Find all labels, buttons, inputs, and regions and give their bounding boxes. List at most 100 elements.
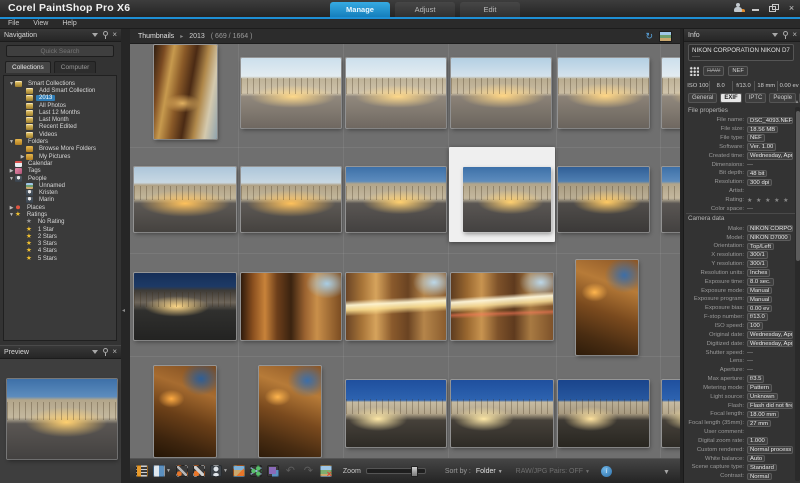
close-icon[interactable]: × xyxy=(112,31,117,39)
tree-item-2-stars[interactable]: ★2 Stars xyxy=(4,233,116,240)
info-help-icon[interactable]: i xyxy=(601,466,612,477)
info-tab-iptc[interactable]: IPTC xyxy=(745,93,767,103)
thumbnail-size-icon[interactable] xyxy=(659,31,672,42)
scrollbar[interactable] xyxy=(795,107,800,481)
thumbnail[interactable] xyxy=(346,167,446,232)
thumbnail[interactable] xyxy=(241,273,341,340)
tab-adjust[interactable]: Adjust xyxy=(395,2,455,17)
panel-menu-icon[interactable] xyxy=(92,33,98,37)
tree-right-arrow-icon[interactable]: ▶ xyxy=(8,168,15,174)
thumbnail[interactable] xyxy=(346,380,446,447)
tree-item-my-pictures[interactable]: ▶My Pictures xyxy=(4,153,116,160)
tree-item-folders[interactable]: ▼Folders xyxy=(4,138,116,145)
tree-item-unnamed[interactable]: Unnamed xyxy=(4,182,116,189)
slideshow-button[interactable] xyxy=(267,465,279,477)
thumbnail[interactable] xyxy=(451,273,553,340)
close-icon[interactable]: × xyxy=(792,31,797,39)
tree-item-4-stars[interactable]: ★4 Stars xyxy=(4,248,116,255)
rawjpg-pairs-dropdown[interactable]: RAW/JPG Pairs: OFF ▼ xyxy=(516,468,590,475)
user-account-icon[interactable] xyxy=(733,3,743,13)
tree-item-5-stars[interactable]: ★5 Stars xyxy=(4,255,116,262)
thumbnail[interactable] xyxy=(558,58,649,128)
restore-button[interactable] xyxy=(768,3,779,13)
pen-tool-button[interactable] xyxy=(176,465,188,477)
tree-item-last-12-months[interactable]: Last 12 Months xyxy=(4,109,116,116)
thumbnail[interactable] xyxy=(154,45,217,139)
collapse-chevron-icon[interactable]: ▼ xyxy=(663,469,670,476)
close-icon[interactable]: × xyxy=(112,348,117,356)
tree-item-videos[interactable]: Videos xyxy=(4,131,116,138)
info-tab-general[interactable]: General xyxy=(688,93,717,103)
thumbnail[interactable] xyxy=(346,58,446,128)
thumbnail[interactable] xyxy=(558,380,649,447)
menu-help[interactable]: Help xyxy=(62,20,76,27)
thumbnail[interactable] xyxy=(134,167,236,232)
panel-menu-icon[interactable] xyxy=(772,33,778,37)
thumbnail[interactable] xyxy=(241,167,341,232)
thumbnail[interactable] xyxy=(558,167,649,232)
search-input[interactable] xyxy=(6,45,114,57)
tree-item-tags[interactable]: ▶Tags xyxy=(4,168,116,175)
tree-right-arrow-icon[interactable]: ▶ xyxy=(8,205,15,211)
selected-thumbnail-card[interactable] xyxy=(449,147,555,242)
tree-item-no-rating[interactable]: ★No Rating xyxy=(4,219,116,226)
tab-edit[interactable]: Edit xyxy=(460,2,520,17)
tree-right-arrow-icon[interactable]: ▶ xyxy=(19,154,26,160)
panel-splitter[interactable]: ◂ xyxy=(121,29,130,483)
zoom-slider-thumb[interactable] xyxy=(411,466,418,477)
tree-item-calendar[interactable]: Calendar xyxy=(4,160,116,167)
histogram-grid-icon[interactable] xyxy=(689,66,699,76)
people-tag-button[interactable]: ▼ xyxy=(210,465,228,477)
thumbnail[interactable] xyxy=(463,167,551,232)
pen-tool-large-button[interactable] xyxy=(193,465,205,477)
thumbnail[interactable] xyxy=(662,167,680,232)
palette-toggle-button[interactable]: ▼ xyxy=(153,465,171,477)
thumbnail[interactable] xyxy=(451,58,551,128)
tree-down-arrow-icon[interactable]: ▼ xyxy=(8,176,15,182)
tree-item-2013[interactable]: 2013 xyxy=(4,95,116,102)
thumbnail[interactable] xyxy=(241,58,341,128)
pin-icon[interactable] xyxy=(782,31,788,39)
nav-tab-computer[interactable]: Computer xyxy=(54,61,97,73)
tree-item-3-stars[interactable]: ★3 Stars xyxy=(4,241,116,248)
menu-view[interactable]: View xyxy=(33,20,48,27)
tree-item-recent-edited[interactable]: Recent Edited xyxy=(4,124,116,131)
zoom-slider[interactable] xyxy=(366,468,426,474)
tree-item-smart-collections[interactable]: ▼Smart Collections xyxy=(4,80,116,87)
sort-by-dropdown[interactable]: Folder ▼ xyxy=(476,468,503,475)
view-options-button[interactable] xyxy=(136,465,148,477)
tree-down-arrow-icon[interactable]: ▼ xyxy=(8,212,15,218)
menu-file[interactable]: File xyxy=(8,20,19,27)
tree-item-last-month[interactable]: Last Month xyxy=(4,116,116,123)
tree-item-marin[interactable]: Marin xyxy=(4,197,116,204)
scroll-up-icon[interactable]: ▲ xyxy=(795,100,800,104)
scrollbar-thumb[interactable] xyxy=(796,111,800,261)
tree-item-browse-more-folders[interactable]: Browse More Folders xyxy=(4,146,116,153)
tree-item-add-smart-collection[interactable]: Add Smart Collection xyxy=(4,87,116,94)
thumbnail[interactable] xyxy=(576,260,638,355)
edit-photo-button[interactable] xyxy=(233,465,245,477)
nav-tab-collections[interactable]: Collections xyxy=(5,61,51,73)
rating-stars[interactable]: ★ ★ ★ ★ ★ xyxy=(747,197,790,204)
tree-item-kristen[interactable]: Kristen xyxy=(4,189,116,196)
breadcrumb-root[interactable]: Thumbnails xyxy=(138,33,174,40)
thumbnail[interactable] xyxy=(662,58,680,128)
refresh-icon[interactable]: ↻ xyxy=(645,31,653,41)
tree-item-people[interactable]: ▼People xyxy=(4,175,116,182)
panel-menu-icon[interactable] xyxy=(92,350,98,354)
tree-item-all-photos[interactable]: All Photos xyxy=(4,102,116,109)
thumbnail[interactable] xyxy=(154,366,216,457)
minimize-button[interactable] xyxy=(750,3,761,13)
thumbnail[interactable] xyxy=(134,273,236,340)
tree-down-arrow-icon[interactable]: ▼ xyxy=(8,81,15,87)
close-button[interactable]: × xyxy=(786,3,797,13)
thumbnail[interactable] xyxy=(451,380,553,447)
breadcrumb-folder[interactable]: 2013 xyxy=(189,33,205,40)
info-tab-exif[interactable]: EXIF xyxy=(720,93,741,103)
info-tab-people[interactable]: People xyxy=(769,93,796,103)
tree-item-ratings[interactable]: ▼★Ratings xyxy=(4,211,116,218)
thumbnail[interactable] xyxy=(662,380,680,447)
tree-down-arrow-icon[interactable]: ▼ xyxy=(8,139,15,145)
thumbnail[interactable] xyxy=(259,366,321,457)
share-button[interactable] xyxy=(250,465,262,477)
